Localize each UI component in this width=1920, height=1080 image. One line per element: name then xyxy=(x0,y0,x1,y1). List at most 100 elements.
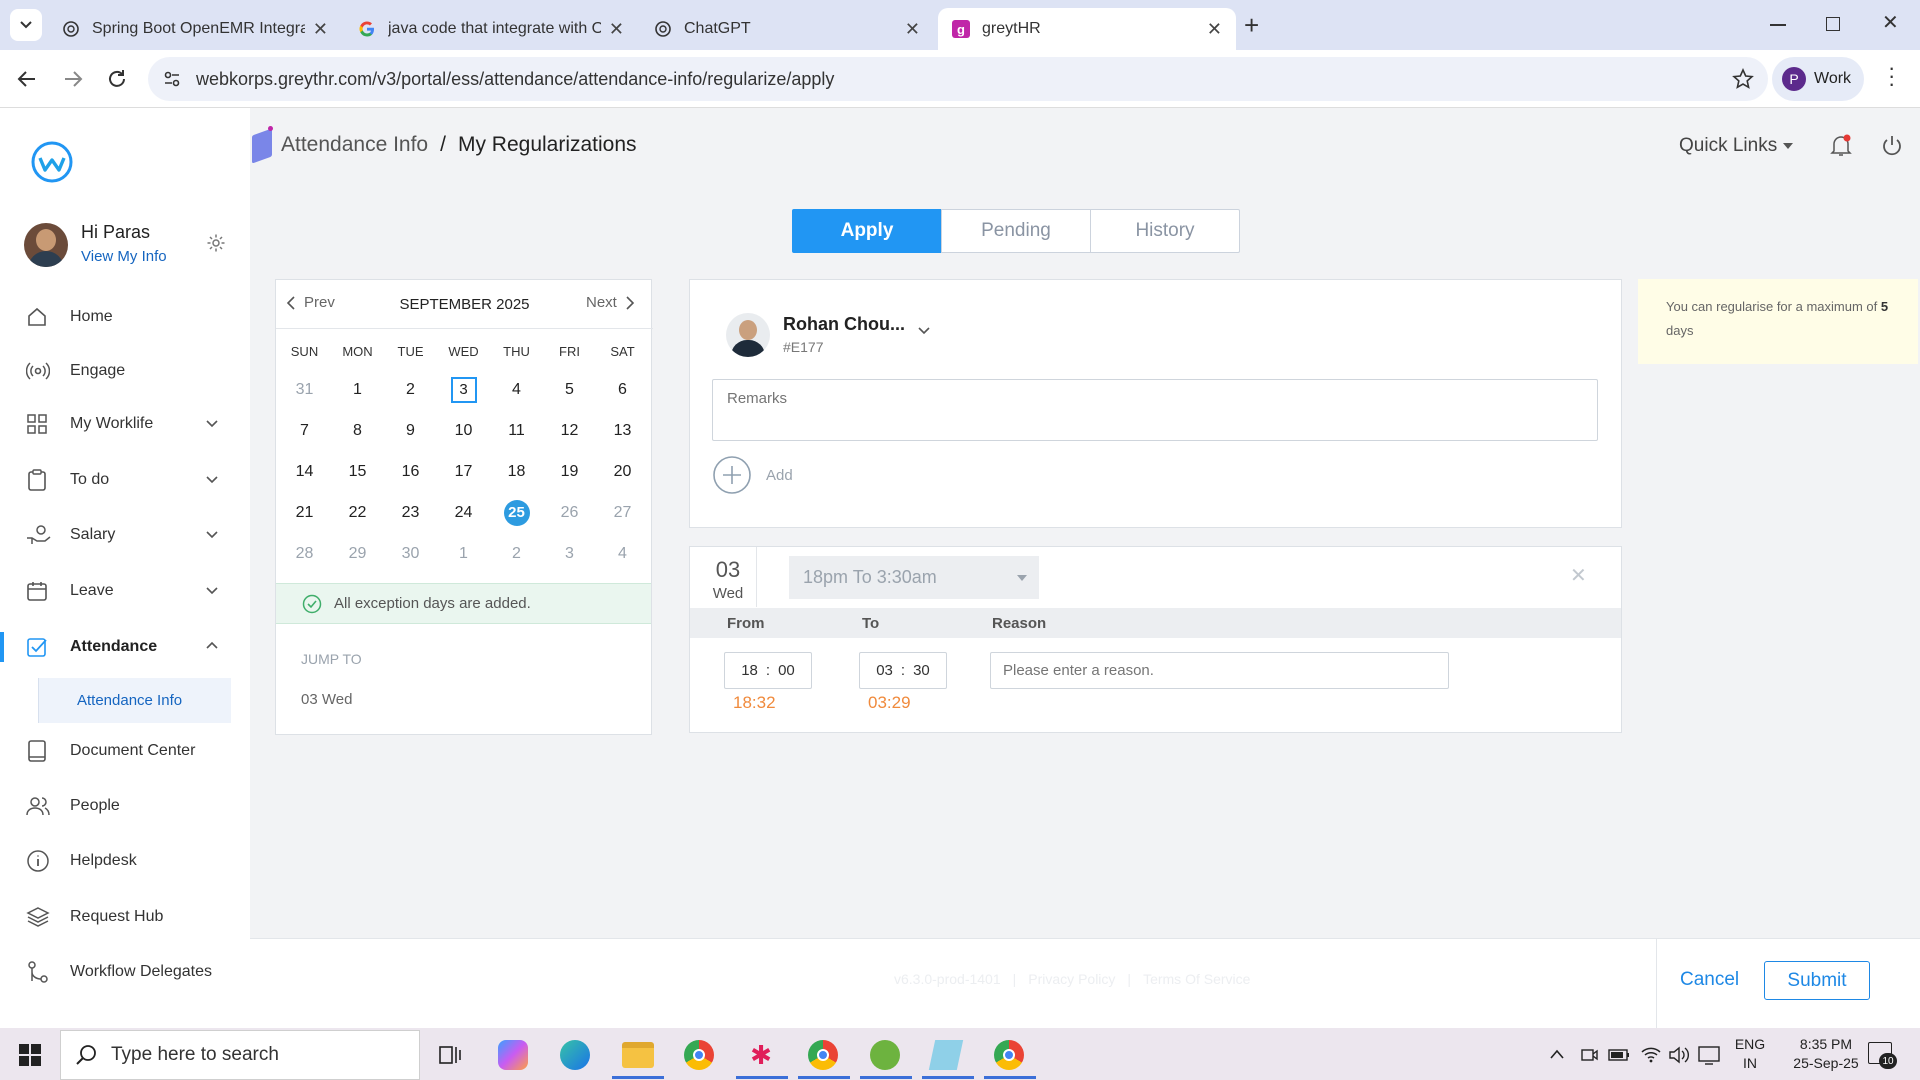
language-indicator[interactable]: ENG IN xyxy=(1732,1035,1768,1073)
calendar-day[interactable]: 18 xyxy=(490,451,543,492)
avatar[interactable] xyxy=(24,223,68,267)
sidebar-item-people[interactable]: People xyxy=(0,784,250,828)
calendar-day[interactable]: 19 xyxy=(543,451,596,492)
reload-icon[interactable] xyxy=(106,68,128,90)
calendar-day-selected[interactable]: 3 xyxy=(437,369,490,410)
chrome-icon[interactable] xyxy=(684,1040,714,1070)
url-box[interactable]: webkorps.greythr.com/v3/portal/ess/atten… xyxy=(148,57,1768,101)
calendar-day[interactable]: 16 xyxy=(384,451,437,492)
breadcrumb-parent[interactable]: Attendance Info xyxy=(281,133,428,157)
sidebar-item-salary[interactable]: Salary xyxy=(0,513,250,557)
calendar-day[interactable]: 11 xyxy=(490,410,543,451)
browser-tab-spring[interactable]: Spring Boot OpenEMR Integrati ✕ xyxy=(48,8,342,50)
close-icon[interactable]: ✕ xyxy=(609,19,624,40)
star-icon[interactable] xyxy=(1732,68,1754,90)
new-tab-button[interactable]: + xyxy=(1244,10,1259,41)
calendar-day[interactable]: 1 xyxy=(331,369,384,410)
calendar-day[interactable]: 7 xyxy=(278,410,331,451)
close-icon[interactable]: ✕ xyxy=(1207,19,1222,40)
sidebar-item-helpdesk[interactable]: Helpdesk xyxy=(0,839,250,883)
calendar-day[interactable]: 12 xyxy=(543,410,596,451)
task-view-icon[interactable] xyxy=(438,1044,462,1066)
remove-entry-button[interactable]: ✕ xyxy=(1570,563,1587,588)
slack-icon[interactable]: ✱ xyxy=(746,1040,776,1070)
sidebar-item-to-do[interactable]: To do xyxy=(0,458,250,502)
reason-input[interactable] xyxy=(990,652,1449,689)
chevron-up-icon[interactable] xyxy=(1550,1048,1564,1060)
file-explorer-icon[interactable] xyxy=(622,1042,654,1068)
calendar-day[interactable]: 23 xyxy=(384,492,437,533)
close-window-button[interactable]: ✕ xyxy=(1882,10,1899,35)
sidebar-item-leave[interactable]: Leave xyxy=(0,569,250,613)
calendar-day[interactable]: 17 xyxy=(437,451,490,492)
sidebar-item-workflow-delegates[interactable]: Workflow Delegates xyxy=(0,950,250,994)
sidebar-subitem-attendance-info[interactable]: Attendance Info xyxy=(38,678,231,723)
edge-icon[interactable] xyxy=(560,1040,590,1070)
terms-link[interactable]: Terms Of Service xyxy=(1143,971,1250,987)
sidebar-item-my-worklife[interactable]: My Worklife xyxy=(0,402,250,446)
browser-menu-icon[interactable]: · · · xyxy=(1888,57,1895,95)
shift-select[interactable]: 18pm To 3:30am xyxy=(789,556,1039,599)
notification-center-icon[interactable]: 10 xyxy=(1868,1042,1897,1069)
calendar-day[interactable]: 6 xyxy=(596,369,649,410)
calendar-day[interactable]: 2 xyxy=(384,369,437,410)
windows-start-icon[interactable] xyxy=(19,1044,41,1066)
gear-icon[interactable] xyxy=(206,233,226,253)
bell-icon[interactable] xyxy=(1830,134,1852,158)
jump-to-item[interactable]: 03 Wed xyxy=(301,691,352,708)
to-hour[interactable]: 03 xyxy=(876,662,893,679)
meet-icon[interactable] xyxy=(1580,1046,1598,1064)
calendar-day[interactable]: 5 xyxy=(543,369,596,410)
wifi-icon[interactable] xyxy=(1640,1044,1662,1064)
from-minute[interactable]: 00 xyxy=(778,662,795,679)
chrome-work-icon[interactable] xyxy=(994,1040,1024,1070)
calendar-day-today[interactable]: 25 xyxy=(490,492,543,533)
calendar-day[interactable]: 13 xyxy=(596,410,649,451)
minimize-button[interactable] xyxy=(1770,24,1786,26)
calendar-day[interactable]: 14 xyxy=(278,451,331,492)
power-icon[interactable] xyxy=(1880,134,1904,158)
copilot-icon[interactable] xyxy=(498,1040,528,1070)
privacy-link[interactable]: Privacy Policy xyxy=(1028,971,1115,987)
close-icon[interactable]: ✕ xyxy=(313,19,328,40)
url-text[interactable]: webkorps.greythr.com/v3/portal/ess/atten… xyxy=(196,69,1732,90)
calendar-day[interactable]: 9 xyxy=(384,410,437,451)
profile-button[interactable]: P Work xyxy=(1772,57,1864,101)
browser-tab-java[interactable]: java code that integrate with Op ✕ xyxy=(344,8,638,50)
taskbar-search[interactable]: Type here to search xyxy=(60,1030,420,1080)
spring-tool-icon[interactable] xyxy=(870,1040,900,1070)
tab-apply[interactable]: Apply xyxy=(792,209,942,253)
tab-history[interactable]: History xyxy=(1090,209,1240,253)
calendar-day[interactable]: 20 xyxy=(596,451,649,492)
calendar-day[interactable]: 21 xyxy=(278,492,331,533)
browser-tab-chatgpt[interactable]: ChatGPT ✕ xyxy=(640,8,934,50)
sidebar-item-attendance[interactable]: Attendance xyxy=(0,625,250,669)
greythr-logo-icon[interactable] xyxy=(30,140,74,184)
calendar-day[interactable]: 24 xyxy=(437,492,490,533)
sidebar-item-document-center[interactable]: Document Center xyxy=(0,729,250,773)
sidebar-item-engage[interactable]: Engage xyxy=(0,349,250,393)
to-minute[interactable]: 30 xyxy=(913,662,930,679)
notepad-icon[interactable] xyxy=(928,1040,964,1070)
forward-icon[interactable] xyxy=(62,68,84,90)
submit-button[interactable]: Submit xyxy=(1764,961,1870,1000)
add-button[interactable]: Add xyxy=(712,455,793,495)
display-icon[interactable] xyxy=(1698,1045,1720,1065)
back-icon[interactable] xyxy=(16,68,38,90)
tab-list-button[interactable] xyxy=(10,9,42,41)
volume-icon[interactable] xyxy=(1668,1045,1690,1065)
calendar-day[interactable]: 10 xyxy=(437,410,490,451)
chevron-down-icon[interactable] xyxy=(917,323,931,337)
calendar-day[interactable]: 15 xyxy=(331,451,384,492)
calendar-day[interactable]: 8 xyxy=(331,410,384,451)
sidebar-item-request-hub[interactable]: Request Hub xyxy=(0,895,250,939)
clock[interactable]: 8:35 PM 25-Sep-25 xyxy=(1776,1035,1876,1073)
tab-pending[interactable]: Pending xyxy=(941,209,1091,253)
browser-tab-greythr[interactable]: g greytHR ✕ xyxy=(938,8,1236,50)
site-settings-icon[interactable] xyxy=(162,69,182,89)
from-hour[interactable]: 18 xyxy=(741,662,758,679)
calendar-day[interactable]: 22 xyxy=(331,492,384,533)
cancel-button[interactable]: Cancel xyxy=(1680,969,1739,991)
restore-button[interactable] xyxy=(1826,17,1840,31)
battery-icon[interactable] xyxy=(1608,1048,1630,1062)
